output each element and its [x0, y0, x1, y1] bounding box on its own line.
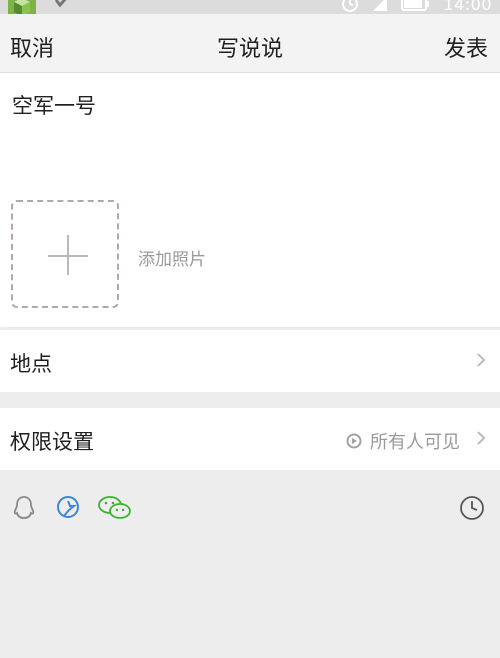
chevron-right-icon — [477, 353, 486, 367]
chevron-right-icon — [477, 431, 486, 445]
add-photo-label: 添加照片 — [138, 250, 206, 270]
visibility-icon — [346, 433, 362, 449]
signal-icon — [373, 0, 388, 11]
share-bar — [0, 480, 500, 536]
publish-button[interactable]: 发表 — [444, 31, 488, 63]
status-bar: 14:00 — [0, 0, 500, 18]
wechat-icon[interactable] — [97, 494, 133, 522]
title-bar: 取消 写说说 发表 — [0, 14, 500, 73]
battery-icon — [401, 0, 430, 11]
qzone-icon[interactable] — [54, 494, 82, 522]
permission-value: 所有人可见 — [346, 428, 460, 454]
post-text-input[interactable]: 空军一号 — [12, 90, 96, 120]
add-photo-button[interactable] — [11, 200, 119, 308]
status-time: 14:00 — [443, 0, 492, 14]
check-icon — [54, 0, 67, 8]
qq-icon[interactable] — [10, 494, 38, 522]
divider — [8, 327, 500, 328]
location-row[interactable]: 地点 — [0, 330, 500, 392]
alarm-icon — [342, 0, 359, 12]
clock-icon[interactable] — [458, 494, 486, 522]
compose-area: 空军一号 添加照片 — [0, 73, 500, 327]
location-label: 地点 — [10, 352, 52, 376]
page-title: 写说说 — [216, 37, 283, 62]
permission-row[interactable]: 权限设置 所有人可见 — [0, 408, 500, 470]
permission-value-text: 所有人可见 — [370, 432, 460, 453]
permission-label: 权限设置 — [10, 430, 94, 454]
